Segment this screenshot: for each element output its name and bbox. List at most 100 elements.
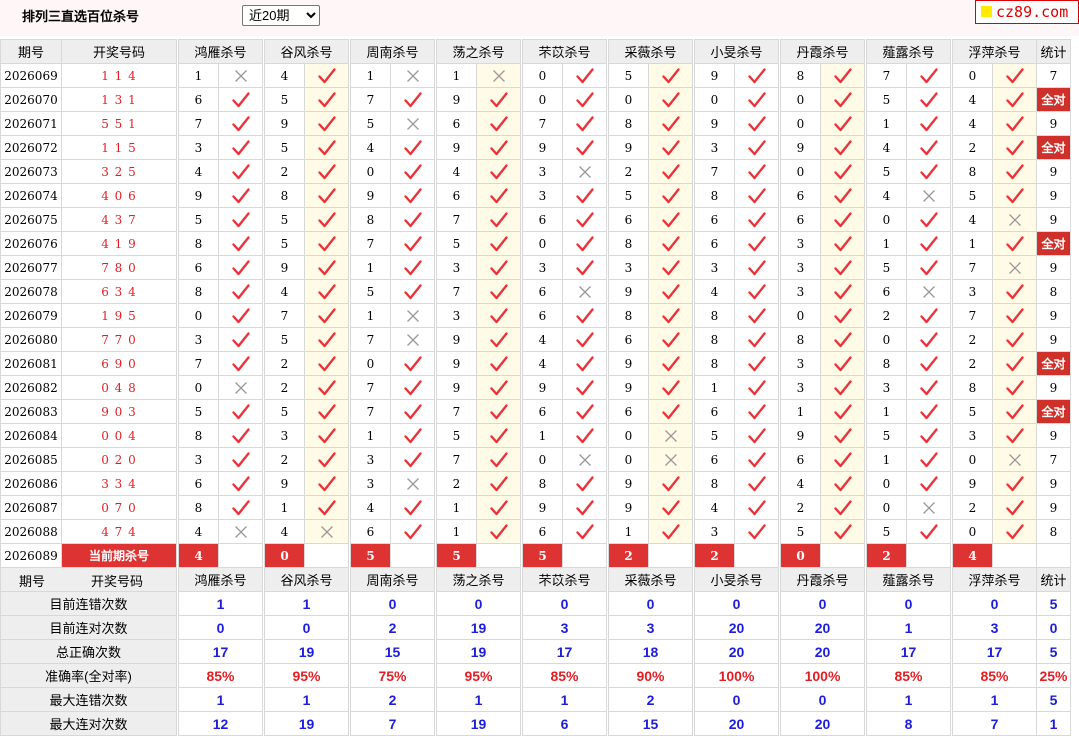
check-icon	[734, 183, 779, 208]
stat-cell: 7	[1036, 447, 1071, 472]
all-right-badge: 全对	[1036, 87, 1071, 112]
summary-value: 1	[866, 615, 951, 640]
kill-number-cell: 2	[952, 327, 993, 352]
kill-number-cell: 5	[264, 135, 305, 160]
check-icon	[820, 159, 865, 184]
summary-header-expert-7: 小旻杀号	[694, 567, 779, 592]
check-icon	[476, 87, 521, 112]
kill-number-cell: 5	[264, 207, 305, 232]
kill-number-cell: 5	[608, 183, 649, 208]
check-icon	[648, 255, 693, 280]
stat-cell: 9	[1036, 423, 1071, 448]
check-icon	[476, 279, 521, 304]
check-icon	[734, 303, 779, 328]
kill-number-cell: 6	[350, 519, 391, 544]
summary-header-period-numbers: 期号 开奖号码	[0, 567, 177, 592]
table-row: 2026083 9 0 3 5 5 7 7 6 6 6 1 1 5 全对	[0, 399, 1071, 424]
check-icon	[992, 111, 1037, 136]
cross-icon	[562, 279, 607, 304]
header-expert-6: 采薇杀号	[608, 39, 693, 64]
kill-number-cell: 6	[522, 519, 563, 544]
kill-number-cell: 0	[350, 351, 391, 376]
check-icon	[906, 327, 951, 352]
kill-number-cell: 9	[436, 87, 477, 112]
table-row: 2026086 3 3 46 9 3 2 8 9 8 4 0 9 9	[0, 471, 1071, 496]
kill-number-cell: 7	[350, 375, 391, 400]
kill-number-cell: 1	[178, 63, 219, 88]
period-cell: 2026071	[0, 111, 62, 136]
kill-number-cell: 2	[780, 495, 821, 520]
draw-numbers-cell: 0 7 0	[61, 495, 177, 520]
site-logo[interactable]: cz89.com	[975, 0, 1079, 24]
check-icon	[218, 159, 263, 184]
kill-number-cell: 4	[952, 207, 993, 232]
table-row: 2026071 5 5 179567890149	[0, 111, 1071, 136]
kill-number-cell: 5	[694, 423, 735, 448]
check-icon	[992, 135, 1037, 160]
current-blank-cell	[648, 543, 693, 568]
check-icon	[906, 375, 951, 400]
check-icon	[820, 255, 865, 280]
check-icon	[648, 111, 693, 136]
check-icon	[562, 303, 607, 328]
kill-number-cell: 6	[694, 399, 735, 424]
cross-icon	[992, 207, 1037, 232]
kill-number-cell: 7	[866, 63, 907, 88]
summary-header-expert-2: 谷风杀号	[264, 567, 349, 592]
period-cell: 2026082	[0, 375, 62, 400]
period-cell: 2026081	[0, 351, 62, 376]
summary-value: 1	[866, 687, 951, 712]
check-icon	[648, 519, 693, 544]
period-cell: 2026075	[0, 207, 62, 232]
current-blank-cell	[562, 543, 607, 568]
check-icon	[648, 231, 693, 256]
kill-number-cell: 9	[264, 255, 305, 280]
stat-cell: 9	[1036, 375, 1071, 400]
summary-header-period: 期号	[19, 574, 46, 589]
current-blank-cell	[476, 543, 521, 568]
check-icon	[992, 87, 1037, 112]
kill-number-cell: 8	[178, 495, 219, 520]
check-icon	[734, 111, 779, 136]
summary-stat: 0	[1036, 615, 1071, 640]
summary-label: 最大连对次数	[0, 711, 177, 736]
kill-number-cell: 4	[780, 471, 821, 496]
check-icon	[820, 183, 865, 208]
kill-number-cell: 0	[608, 87, 649, 112]
kill-number-cell: 7	[350, 327, 391, 352]
check-icon	[820, 399, 865, 424]
summary-label: 目前连错次数	[0, 591, 177, 616]
header-numbers: 开奖号码	[61, 39, 177, 64]
summary-value: 7	[350, 711, 435, 736]
kill-number-cell: 9	[608, 375, 649, 400]
check-icon	[648, 159, 693, 184]
current-kill-number: 2	[866, 543, 907, 568]
kill-number-cell: 0	[522, 231, 563, 256]
check-icon	[218, 351, 263, 376]
stat-cell: 7	[1036, 63, 1071, 88]
check-icon	[390, 519, 435, 544]
check-icon	[218, 399, 263, 424]
cross-icon	[390, 471, 435, 496]
summary-row: 目前连错次数 1 1 0 0 0 0 0 0 0 0 5	[0, 591, 1071, 616]
kill-number-cell: 5	[866, 255, 907, 280]
table-row: 2026085 0 2 032370066107	[0, 447, 1071, 472]
check-icon	[820, 447, 865, 472]
current-kill-number: 4	[178, 543, 219, 568]
period-range-select[interactable]: 近20期	[242, 5, 320, 26]
kill-number-cell: 4	[350, 495, 391, 520]
header-expert-3: 周南杀号	[350, 39, 435, 64]
check-icon	[648, 135, 693, 160]
current-kill-number: 4	[952, 543, 993, 568]
kill-number-cell: 0	[522, 87, 563, 112]
kill-number-cell: 8	[608, 111, 649, 136]
kill-number-cell: 7	[264, 303, 305, 328]
cross-icon	[992, 447, 1037, 472]
check-icon	[820, 231, 865, 256]
check-icon	[992, 183, 1037, 208]
all-right-badge: 全对	[1036, 135, 1071, 160]
period-cell: 2026072	[0, 135, 62, 160]
kill-number-cell: 3	[178, 135, 219, 160]
check-icon	[820, 279, 865, 304]
kill-number-cell: 3	[350, 447, 391, 472]
